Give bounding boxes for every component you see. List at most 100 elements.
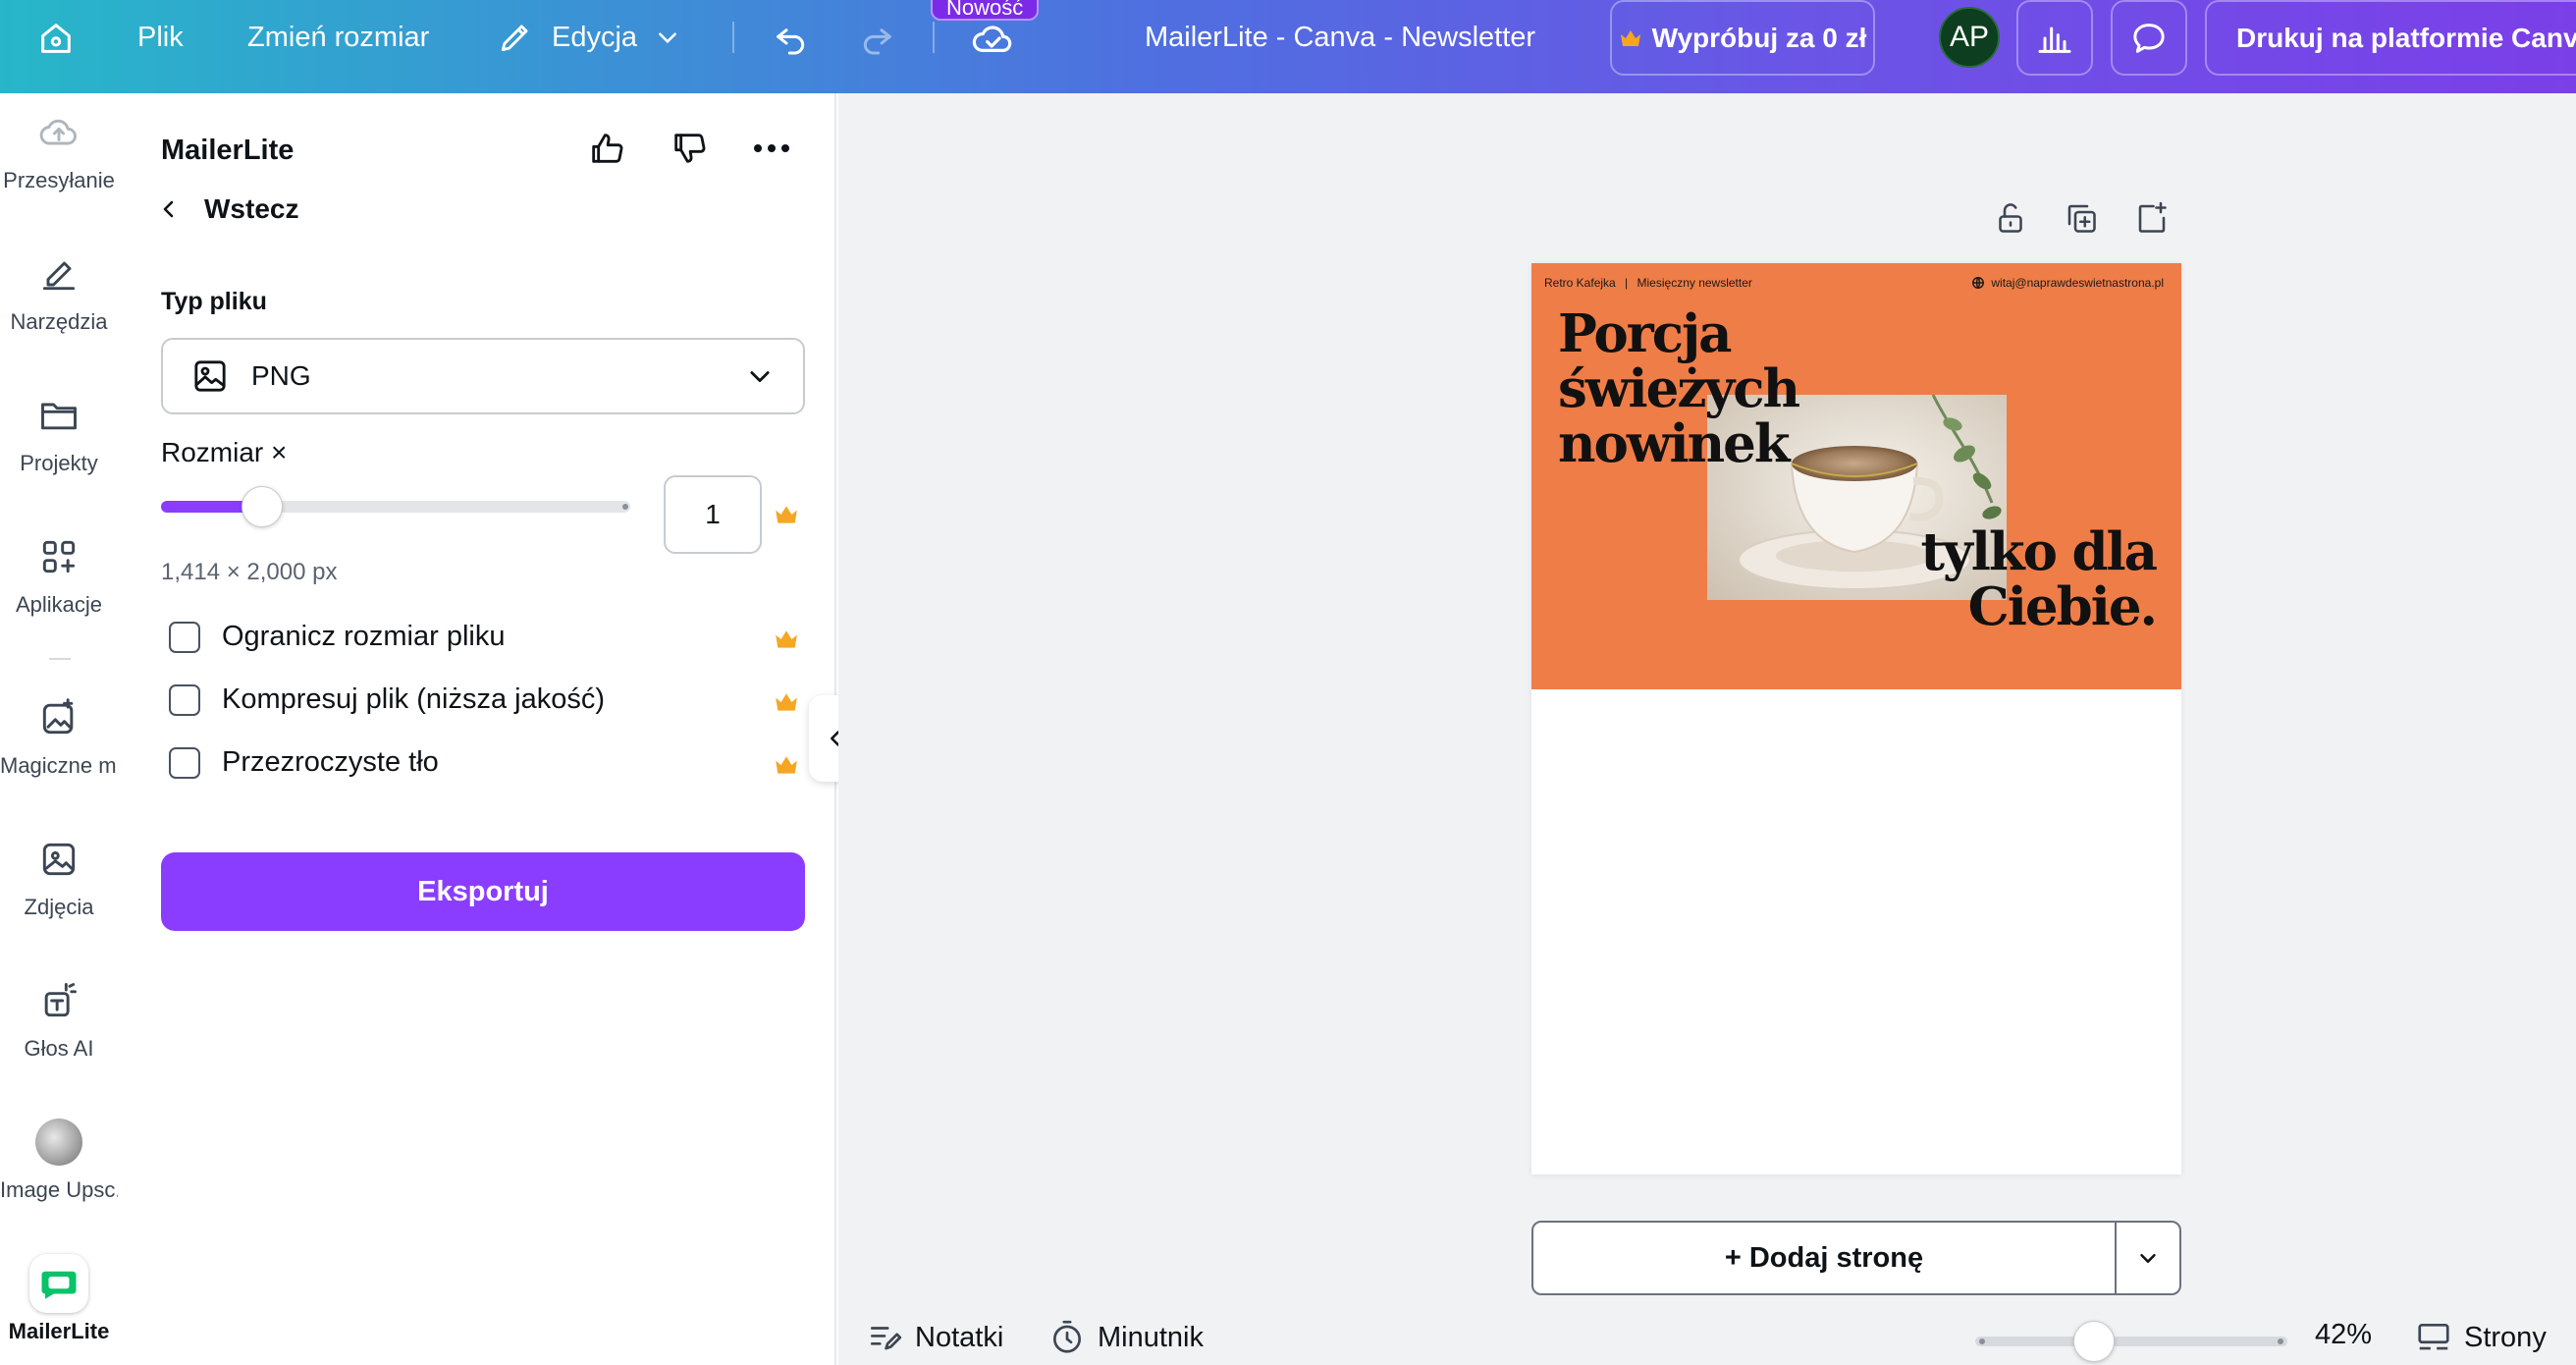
document-title[interactable]: MailerLite - Canva - Newsletter	[1145, 0, 1535, 75]
newsletter-hero[interactable]: Retro Kafejka | Miesięczny newsletter wi…	[1531, 263, 2181, 689]
thumbs-down-button[interactable]	[664, 123, 715, 174]
file-type-value: PNG	[251, 360, 311, 391]
rail-item-label: Projekty	[20, 451, 98, 475]
headline-line-5: Ciebie.	[1967, 576, 2158, 637]
rail-item-label: Aplikacje	[15, 592, 103, 617]
undo-icon[interactable]	[769, 16, 814, 61]
crown-icon	[774, 628, 799, 650]
rail-item-apps[interactable]: Aplikacje	[0, 527, 118, 618]
rail-item-photos[interactable]: Zdjęcia	[0, 830, 118, 920]
crown-icon	[774, 691, 799, 713]
size-slider-end	[622, 504, 628, 510]
rail-item-label: Image Upsc...	[0, 1177, 118, 1202]
headline-line-3: nowinek	[1558, 413, 1791, 474]
crown-icon	[1619, 28, 1642, 48]
redo-icon[interactable]	[854, 16, 899, 61]
unlock-icon	[1993, 200, 2028, 236]
transparent-background-checkbox[interactable]	[169, 746, 200, 779]
file-menu[interactable]: Plik	[137, 0, 184, 75]
pages-label: Strony	[2464, 1321, 2547, 1353]
option-label: Kompresuj plik (niższa jakość)	[222, 683, 606, 715]
brand-line: Retro Kafejka | Miesięczny newsletter	[1544, 276, 1752, 290]
crown-icon	[774, 754, 799, 776]
avatar[interactable]: AP	[1939, 7, 2000, 68]
ai-voice-icon	[29, 971, 88, 1030]
rail-item-magic-media[interactable]: Magiczne m...	[0, 688, 118, 779]
duplicate-icon	[2064, 200, 2099, 236]
timer-icon	[1048, 1319, 1086, 1356]
size-slider[interactable]	[161, 486, 630, 527]
file-type-label: Typ pliku	[161, 288, 267, 315]
compress-file-option[interactable]: Kompresuj plik (niższa jakość)	[169, 683, 605, 716]
brand-name: Retro Kafejka	[1544, 276, 1616, 290]
chevron-down-icon	[655, 25, 680, 50]
print-button[interactable]: Drukuj na platformie Canva	[2205, 0, 2576, 76]
rail-item-label: Magiczne m...	[0, 753, 118, 778]
rail-item-uploads[interactable]: Przesyłanie	[0, 103, 118, 193]
add-page-button[interactable]: + Dodaj stronę	[1533, 1223, 2115, 1293]
cloud-sync-icon[interactable]	[968, 16, 1017, 61]
magic-media-icon	[29, 688, 88, 747]
limit-file-size-option[interactable]: Ogranicz rozmiar pliku	[169, 621, 505, 653]
rail-item-tools[interactable]: Narzędzia	[0, 245, 118, 335]
zoom-slider-start	[1979, 1338, 1985, 1344]
zoom-slider-handle[interactable]	[2073, 1321, 2115, 1362]
lock-page-button[interactable]	[1989, 196, 2032, 240]
thumbs-up-button[interactable]	[581, 123, 632, 174]
rail-item-mailerlite[interactable]: MailerLite	[0, 1254, 118, 1344]
more-horizontal-icon	[752, 142, 791, 154]
size-input[interactable]: 1	[664, 475, 762, 554]
export-panel: MailerLite Wstecz Typ pliku PNG Rozmiar …	[118, 93, 836, 1365]
size-label: Rozmiar ×	[161, 437, 288, 467]
zoom-slider-end	[2278, 1338, 2283, 1344]
timer-button[interactable]: Minutnik	[1048, 1319, 1204, 1356]
duplicate-page-button[interactable]	[2060, 196, 2103, 240]
design-page[interactable]: Retro Kafejka | Miesięczny newsletter wi…	[1531, 263, 2181, 1174]
folder-icon	[29, 386, 88, 445]
mailerlite-icon	[29, 1254, 88, 1313]
export-button[interactable]: Eksportuj	[161, 852, 805, 931]
add-page-top-button[interactable]	[2130, 196, 2174, 240]
comment-icon	[2129, 19, 2169, 58]
globe-icon	[1971, 276, 1985, 290]
resize-menu[interactable]: Zmień rozmiar	[247, 0, 429, 75]
separator	[933, 22, 935, 53]
compress-file-checkbox[interactable]	[169, 683, 200, 716]
pencil-icon	[497, 19, 534, 56]
headline-line-4: tylko dla	[1920, 521, 2158, 582]
try-free-label: Wypróbuj za 0 zł	[1651, 22, 1867, 53]
top-bar: Plik Zmień rozmiar Edycja Nowość MailerL…	[0, 0, 2576, 93]
headline-line-1: Porcja	[1558, 303, 1732, 364]
rail-item-label: Zdjęcia	[24, 895, 94, 919]
chevron-down-icon	[2137, 1247, 2159, 1269]
home-icon[interactable]	[33, 16, 79, 61]
comments-button[interactable]	[2111, 0, 2187, 76]
rail-item-ai-voice[interactable]: Głos AI	[0, 971, 118, 1062]
notes-icon	[866, 1319, 903, 1356]
transparent-background-option[interactable]: Przezroczyste tło	[169, 746, 439, 779]
file-type-select[interactable]: PNG	[161, 338, 805, 414]
try-free-button[interactable]: Wypróbuj za 0 zł	[1610, 0, 1875, 76]
rail-item-label: MailerLite	[8, 1319, 110, 1343]
rail-item-image-upscaler[interactable]: Image Upsc...	[0, 1113, 118, 1203]
image-upscaler-icon	[29, 1113, 88, 1172]
notes-button[interactable]: Notatki	[866, 1319, 1003, 1356]
back-button[interactable]: Wstecz	[157, 193, 298, 225]
add-page-options-button[interactable]	[2115, 1223, 2179, 1293]
image-icon	[190, 356, 230, 396]
pages-button[interactable]: Strony	[2415, 1319, 2547, 1356]
issue-name: Miesięczny newsletter	[1637, 276, 1752, 290]
notes-label: Notatki	[915, 1321, 1004, 1353]
size-slider-handle[interactable]	[242, 486, 283, 527]
analytics-button[interactable]	[2016, 0, 2093, 76]
email-line: witaj@naprawdeswietnastrona.pl	[1971, 276, 2164, 290]
zoom-slider[interactable]	[1975, 1337, 2287, 1346]
chevron-left-icon	[157, 197, 181, 221]
zoom-level[interactable]: 42%	[2315, 1319, 2372, 1351]
back-label: Wstecz	[204, 193, 299, 224]
rail-item-projects[interactable]: Projekty	[0, 386, 118, 476]
pen-tool-icon	[29, 245, 88, 303]
more-options-button[interactable]	[746, 123, 797, 174]
limit-file-size-checkbox[interactable]	[169, 621, 200, 653]
edit-menu[interactable]: Edycja	[497, 0, 680, 75]
